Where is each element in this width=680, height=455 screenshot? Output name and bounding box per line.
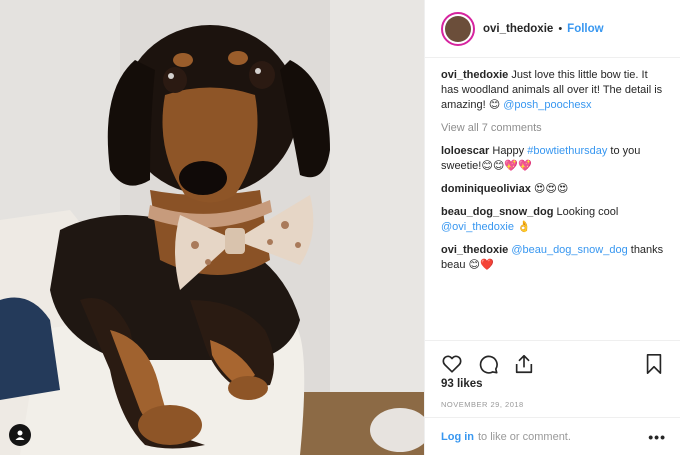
login-prompt-text: to like or comment. bbox=[478, 430, 571, 443]
comment-username[interactable]: dominiqueoliviax bbox=[441, 183, 531, 195]
save-button[interactable] bbox=[644, 353, 666, 375]
heart-icon bbox=[442, 355, 462, 373]
action-bar bbox=[425, 340, 680, 379]
post-header: ovi_thedoxie • Follow bbox=[425, 0, 680, 58]
more-options-button[interactable]: ••• bbox=[648, 429, 666, 445]
follow-button[interactable]: Follow bbox=[567, 23, 603, 35]
post-photo[interactable] bbox=[0, 0, 424, 455]
post-side-panel: ovi_thedoxie • Follow ovi_thedoxie Just … bbox=[424, 0, 680, 455]
instagram-post: ovi_thedoxie • Follow ovi_thedoxie Just … bbox=[0, 0, 680, 455]
comment-text: Looking cool bbox=[556, 206, 619, 218]
comment-mention[interactable]: @ovi_thedoxie bbox=[441, 221, 514, 233]
comments-section: ovi_thedoxie Just love this little bow t… bbox=[425, 58, 680, 273]
header-username[interactable]: ovi_thedoxie bbox=[483, 23, 553, 35]
avatar-image bbox=[445, 15, 471, 42]
likes-count[interactable]: 93 likes bbox=[441, 378, 483, 390]
login-link[interactable]: Log in bbox=[441, 431, 474, 443]
dachshund-photo bbox=[0, 0, 424, 455]
caption-username[interactable]: ovi_thedoxie bbox=[441, 69, 508, 81]
bookmark-icon bbox=[646, 354, 662, 374]
comment-emoji: 😊😊💖💖 bbox=[481, 160, 532, 172]
comment-hashtag[interactable]: #bowtiethursday bbox=[527, 145, 607, 157]
caption-emoji: 😊 bbox=[488, 99, 501, 111]
caption-mention[interactable]: @posh_poochesx bbox=[503, 99, 591, 111]
comment-item: ovi_thedoxie @beau_dog_snow_dog thanks b… bbox=[441, 243, 668, 273]
comment-button[interactable] bbox=[477, 353, 499, 375]
user-tag-button[interactable] bbox=[9, 424, 31, 446]
comment-username[interactable]: beau_dog_snow_dog bbox=[441, 206, 553, 218]
comment-item: dominiqueoliviax 😍😍😍 bbox=[441, 182, 668, 197]
comment-item: beau_dog_snow_dog Looking cool @ovi_thed… bbox=[441, 205, 668, 235]
comment-bubble-icon bbox=[479, 355, 498, 374]
comment-username[interactable]: loloescar bbox=[441, 145, 489, 157]
comment-emoji: 😍😍😍 bbox=[533, 183, 569, 195]
view-all-comments-link[interactable]: View all 7 comments bbox=[441, 121, 668, 136]
comment-item: loloescar Happy #bowtiethursday to you s… bbox=[441, 144, 668, 174]
comment-emoji: 😊❤️ bbox=[468, 259, 494, 271]
post-date: NOVEMBER 29, 2018 bbox=[441, 400, 524, 409]
user-tag-icon bbox=[15, 430, 25, 440]
share-button[interactable] bbox=[513, 353, 535, 375]
login-footer: Log in to like or comment. ••• bbox=[425, 417, 680, 455]
share-icon bbox=[515, 354, 533, 374]
comment-mention[interactable]: @beau_dog_snow_dog bbox=[511, 244, 627, 256]
like-button[interactable] bbox=[441, 353, 463, 375]
comment-text: Happy bbox=[492, 145, 528, 157]
header-separator: • bbox=[558, 22, 563, 35]
caption: ovi_thedoxie Just love this little bow t… bbox=[441, 68, 668, 113]
comment-username[interactable]: ovi_thedoxie bbox=[441, 244, 508, 256]
comment-emoji: 👌 bbox=[517, 221, 531, 233]
avatar[interactable] bbox=[441, 11, 475, 46]
